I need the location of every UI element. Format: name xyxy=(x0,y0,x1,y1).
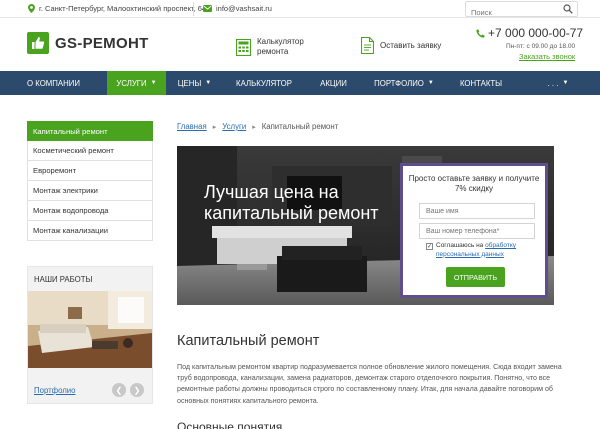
breadcrumb-current: Капитальный ремонт xyxy=(261,122,339,131)
address-block: г. Санкт-Петербург, Малоохтинский проспе… xyxy=(28,4,211,13)
hero-headline: Лучшая цена на капитальный ремонт xyxy=(204,182,379,223)
consent-checkbox[interactable]: ✓ xyxy=(426,243,433,250)
nav-item-more[interactable]: . . . ▼ xyxy=(516,71,600,95)
chevron-down-icon: ▼ xyxy=(562,80,569,86)
chevron-down-icon: ▼ xyxy=(205,80,212,86)
sidebar-item-electrics[interactable]: Монтаж электрики xyxy=(27,181,153,201)
sidebar-menu: Капитальный ремонт Косметический ремонт … xyxy=(27,121,153,241)
thumbs-up-icon xyxy=(27,32,49,54)
nav-label: КОНТАКТЫ xyxy=(459,78,503,88)
site-logo[interactable]: GS-РЕМОНТ xyxy=(27,32,149,54)
phone-text: +7 000 000-00-77 xyxy=(488,26,584,40)
our-works-title: НАШИ РАБОТЫ xyxy=(34,275,93,284)
nav-label: О КОМПАНИИ xyxy=(27,78,80,88)
sidebar-item-label: Монтаж водопровода xyxy=(33,206,109,215)
search-icon[interactable] xyxy=(563,4,573,14)
sidebar-item-euro-repair[interactable]: Евроремонт xyxy=(27,161,153,181)
works-carousel-arrows: ❮ ❯ xyxy=(112,383,144,397)
works-photo[interactable] xyxy=(28,291,152,368)
chevron-right-icon: ▸ xyxy=(212,123,217,131)
phone-number[interactable]: +7 000 000-00-77 xyxy=(476,26,583,40)
name-input[interactable] xyxy=(419,203,535,219)
submit-button[interactable]: ОТПРАВИТЬ xyxy=(446,267,505,287)
sidebar-item-label: Косметический ремонт xyxy=(33,146,114,155)
chevron-down-icon: ▼ xyxy=(150,80,157,86)
phone-input[interactable] xyxy=(419,223,535,239)
topbar-divider xyxy=(193,2,194,16)
sidebar-item-label: Капитальный ремонт xyxy=(33,126,108,136)
form-title: Просто оставьте заявку и получите 7% ски… xyxy=(408,174,540,193)
arrow-right-icon[interactable]: ❯ xyxy=(130,383,144,397)
email-block[interactable]: info@vashsait.ru xyxy=(203,4,272,13)
nav-label: . . . xyxy=(547,78,559,88)
nav-label: АКЦИИ xyxy=(320,78,347,88)
chevron-down-icon: ▼ xyxy=(427,80,434,86)
envelope-icon xyxy=(203,5,212,12)
sidebar-item-sewage[interactable]: Монтаж канализации xyxy=(27,221,153,241)
request-form: Просто оставьте заявку и получите 7% ски… xyxy=(400,163,548,298)
email-link[interactable]: info@vashsait.ru xyxy=(216,4,272,13)
sidebar-item-label: Евроремонт xyxy=(33,166,77,175)
breadcrumb-services[interactable]: Услуги xyxy=(222,122,246,131)
top-bar: г. Санкт-Петербург, Малоохтинский проспе… xyxy=(0,0,600,20)
request-link[interactable]: Оставить заявку xyxy=(361,37,442,54)
page-title: Капитальный ремонт xyxy=(177,333,320,349)
calculator-link[interactable]: Калькулятор ремонта xyxy=(236,37,319,57)
nav-item-promotions[interactable]: АКЦИИ xyxy=(305,71,362,95)
nav-label: УСЛУГИ xyxy=(116,78,147,88)
consent-label: Соглашаюсь на xyxy=(436,242,484,249)
breadcrumb: Главная ▸ Услуги ▸ Капитальный ремонт xyxy=(177,122,338,131)
nav-item-company[interactable]: О КОМПАНИИ xyxy=(0,71,107,95)
search-box[interactable] xyxy=(465,1,578,20)
consent-row: ✓ Соглашаюсь на обработку персональных д… xyxy=(426,242,541,259)
nav-label: ЦЕНЫ xyxy=(177,78,202,88)
sidebar-item-label: Монтаж электрики xyxy=(33,186,98,195)
chevron-right-icon: ▸ xyxy=(252,123,256,131)
address-text: г. Санкт-Петербург, Малоохтинский проспе… xyxy=(39,4,212,13)
nav-item-calculator[interactable]: КАЛЬКУЛЯТОР xyxy=(223,71,305,95)
consent-text: Соглашаюсь на обработку персональных дан… xyxy=(436,242,541,259)
sidebar-item-capital-repair[interactable]: Капитальный ремонт xyxy=(27,121,153,141)
document-icon xyxy=(361,37,374,54)
nav-item-portfolio[interactable]: ПОРТФОЛИО ▼ xyxy=(362,71,446,95)
arrow-left-icon[interactable]: ❮ xyxy=(112,383,126,397)
main-nav: О КОМПАНИИ УСЛУГИ ▼ ЦЕНЫ ▼ КАЛЬКУЛЯТОР АКЦ… xyxy=(0,71,600,95)
our-works-widget: НАШИ РАБОТЫ Портфолио ❮ ❯ xyxy=(27,266,153,404)
sidebar-item-label: Монтаж канализации xyxy=(33,226,108,235)
nav-item-prices[interactable]: ЦЕНЫ ▼ xyxy=(166,71,223,95)
breadcrumb-home[interactable]: Главная xyxy=(177,122,207,131)
intro-paragraph: Под капитальным ремонтом квартир подразу… xyxy=(177,363,562,405)
section-subtitle: Основные понятия xyxy=(177,420,283,429)
nav-item-contacts[interactable]: КОНТАКТЫ xyxy=(446,71,516,95)
calculator-icon xyxy=(236,38,251,56)
map-pin-icon xyxy=(28,4,35,13)
calculator-link-text: Калькулятор ремонта xyxy=(257,37,304,56)
phone-icon xyxy=(476,28,485,38)
nav-item-services[interactable]: УСЛУГИ ▼ xyxy=(107,71,166,95)
logo-text: GS-РЕМОНТ xyxy=(55,34,149,52)
callback-link[interactable]: Заказать звонок xyxy=(519,52,575,61)
nav-label: ПОРТФОЛИО xyxy=(374,78,424,88)
search-input[interactable] xyxy=(466,5,558,20)
work-hours: Пн-пт: с 09.00 до 18.00 xyxy=(506,43,576,50)
nav-label: КАЛЬКУЛЯТОР xyxy=(236,78,292,88)
sidebar-item-plumbing[interactable]: Монтаж водопровода xyxy=(27,201,153,221)
portfolio-link[interactable]: Портфолио xyxy=(34,386,76,395)
sidebar-item-cosmetic-repair[interactable]: Косметический ремонт xyxy=(27,141,153,161)
request-link-text: Оставить заявку xyxy=(380,40,442,50)
